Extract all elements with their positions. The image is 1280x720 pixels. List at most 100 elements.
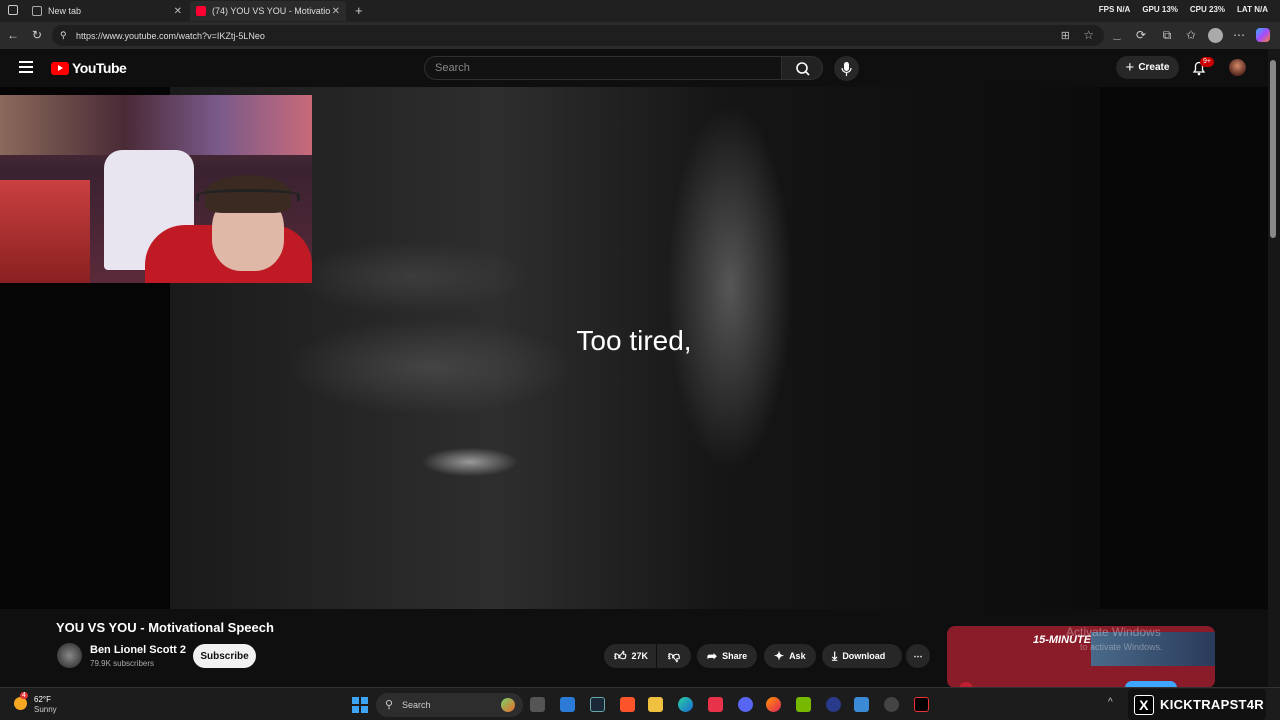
address-toolbar: ← ↻ ⚲ https://www.youtube.com/watch?v=IK… [0, 22, 1280, 49]
tab-title: New tab [48, 6, 82, 16]
weather-temperature: 62°F [34, 695, 51, 704]
copilot-icon[interactable] [1256, 28, 1270, 42]
video-player[interactable]: Too tired, [0, 87, 1268, 609]
streamer-overlay-banner: X KICKTRAPST4R [1128, 689, 1266, 720]
shoe-boxes [0, 180, 90, 283]
tab-youtube[interactable]: (74) YOU VS YOU - Motivational S ✕ [190, 1, 346, 21]
browser-tab-strip: New tab ✕ (74) YOU VS YOU - Motivational… [0, 0, 1280, 22]
subscribe-button[interactable]: Subscribe [193, 644, 256, 668]
brave-browser-icon[interactable] [620, 697, 635, 712]
streamer-handle: KICKTRAPST4R [1160, 697, 1264, 712]
youtube-favicon-icon [196, 6, 206, 16]
download-label: Download [842, 651, 886, 661]
discord-icon[interactable] [738, 697, 753, 712]
microphone-icon [841, 62, 852, 76]
create-label: Create [1138, 62, 1170, 73]
ask-label: Ask [789, 651, 806, 661]
app-icon-blue[interactable] [826, 697, 841, 712]
more-actions-button[interactable]: ⋯ [906, 644, 930, 668]
widgets-app-icon[interactable] [560, 697, 575, 712]
fps-stat: FPS N/A [1098, 5, 1131, 14]
subscriber-count: 79.9K subscribers [90, 659, 155, 668]
video-info-section: YOU VS YOU - Motivational Speech Ben Lio… [0, 609, 1268, 688]
voice-search-button[interactable] [834, 56, 859, 81]
channel-name[interactable]: Ben Lionel Scott 2 [90, 644, 186, 656]
search-icon [796, 62, 810, 76]
close-tab-icon[interactable]: ✕ [332, 6, 340, 17]
sparkle-icon: ✦ [774, 649, 785, 663]
new-tab-icon [32, 6, 42, 16]
notification-badge: 9+ [1200, 57, 1214, 67]
steam-icon[interactable] [590, 697, 605, 712]
taskbar-search[interactable]: ⚲ Search [376, 693, 523, 717]
youtube-play-icon [51, 61, 69, 75]
video-caption: Too tired, [576, 325, 692, 356]
close-tab-icon[interactable]: ✕ [174, 6, 182, 17]
extensions-icon[interactable]: ⟳ [1134, 28, 1148, 42]
tab-new-tab[interactable]: New tab ✕ [26, 1, 188, 21]
back-arrow-icon[interactable]: ← [6, 28, 20, 42]
account-avatar[interactable] [1229, 59, 1246, 76]
youtube-header: YouTube Search + Create 9+ [0, 49, 1268, 87]
share-button[interactable]: ➦ Share [697, 644, 757, 668]
tab-actions-icon[interactable] [8, 5, 18, 15]
refresh-icon[interactable]: ↻ [30, 28, 44, 42]
youtube-logo-text: YouTube [72, 60, 127, 76]
windows-activation-watermark: Activate Windows [1066, 625, 1161, 639]
performance-overlay: FPS N/A GPU 13% CPU 23% LAT N/A [1099, 5, 1268, 14]
headphones [196, 189, 300, 201]
app-icon-dark[interactable] [884, 697, 899, 712]
app-icon-lightblue[interactable] [854, 697, 869, 712]
cpu-stat: CPU 23% [1189, 5, 1226, 14]
windows-start-icon[interactable] [352, 697, 368, 713]
search-icon: ⚲ [385, 699, 394, 711]
taskbar-search-label: Search [402, 700, 431, 710]
search-input[interactable]: Search [424, 56, 782, 80]
search-highlight-icon [501, 698, 515, 712]
dislike-button[interactable]: 👎︎ [657, 644, 691, 668]
share-label: Share [722, 651, 748, 661]
create-button[interactable]: + Create [1116, 56, 1179, 79]
weather-badge: 4 [20, 692, 28, 699]
more-menu-icon[interactable]: ⋯ [1232, 28, 1246, 42]
windows-taskbar: 4 62°F Sunny ⚲ Search ^ X KICKTRAPST4R [0, 687, 1280, 720]
firefox-icon[interactable] [766, 697, 781, 712]
show-hidden-icons-chevron-icon[interactable]: ^ [1108, 697, 1113, 708]
webcam-overlay [0, 95, 312, 283]
like-button[interactable]: 👍︎ 27K [604, 644, 656, 668]
nvidia-icon[interactable] [796, 697, 811, 712]
channel-avatar[interactable] [57, 643, 82, 668]
tiktok-app-icon[interactable] [708, 697, 723, 712]
webcam-background-wall [0, 95, 312, 155]
favorites-icon[interactable]: ✩ [1184, 28, 1198, 42]
favorite-star-icon[interactable]: ☆ [1083, 28, 1094, 42]
gpu-stat: GPU 13% [1142, 5, 1178, 14]
weather-condition: Sunny [34, 705, 57, 714]
hamburger-menu-icon[interactable] [19, 61, 33, 73]
split-screen-icon[interactable]: ⧉ [1160, 28, 1174, 42]
lat-stat: LAT N/A [1237, 5, 1268, 14]
thumbs-down-icon: 👎︎ [667, 648, 681, 663]
profile-icon[interactable] [1208, 28, 1223, 43]
file-explorer-icon[interactable] [648, 697, 663, 712]
tab-title: (74) YOU VS YOU - Motivational S [212, 6, 330, 16]
thumbs-up-icon: 👍︎ [614, 648, 627, 663]
share-arrow-icon: ➦ [707, 649, 718, 663]
youtube-logo[interactable]: YouTube [51, 60, 127, 76]
app-available-icon[interactable]: ⊞ [1061, 29, 1070, 42]
search-button[interactable] [781, 56, 823, 80]
tiktok-icon[interactable] [914, 697, 929, 712]
address-bar[interactable]: ⚲ https://www.youtube.com/watch?v=IKZtj-… [52, 25, 1104, 46]
edge-browser-icon[interactable] [678, 697, 693, 712]
like-count: 27K [631, 651, 649, 661]
task-view-icon[interactable] [530, 697, 545, 712]
new-tab-plus-icon[interactable]: + [355, 3, 363, 18]
download-button[interactable]: ⤓ Download [822, 644, 902, 668]
scrollbar-thumb[interactable] [1270, 60, 1276, 238]
windows-activation-subtext: to activate Windows. [1080, 642, 1163, 652]
url-text: https://www.youtube.com/watch?v=IKZtj-5L… [76, 30, 265, 41]
ask-button[interactable]: ✦ Ask [764, 644, 816, 668]
site-info-icon[interactable]: ⚲ [60, 30, 67, 41]
loading-icon: ‿ [1113, 30, 1121, 40]
plus-icon: + [1125, 59, 1135, 76]
